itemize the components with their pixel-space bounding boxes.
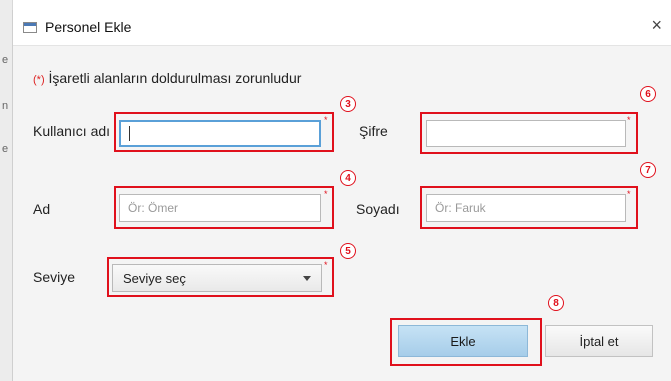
surname-input[interactable]: Ör: Faruk [426,194,626,222]
surname-placeholder: Ör: Faruk [435,201,486,215]
add-button[interactable]: Ekle [398,325,528,357]
annotation-number-5: 5 [340,243,356,259]
annotation-number-6: 6 [640,86,656,102]
required-mark: (*) [33,74,45,86]
required-star: * [324,189,328,199]
cancel-button[interactable]: İptal et [545,325,653,357]
required-note-text: İşaretli alanların doldurulması zorunlud… [48,70,302,86]
surname-label: Soyadı [356,201,400,217]
level-label: Seviye [33,269,76,285]
required-star: * [627,115,631,125]
text-caret [129,126,130,141]
name-placeholder: Ör: Ömer [128,201,178,215]
personel-ekle-dialog: Personel Ekle × (*) İşaretli alanların d… [12,10,671,381]
title-bar: Personel Ekle × [13,10,671,46]
annotation-number-4: 4 [340,170,356,186]
required-star: * [627,189,631,199]
background-text: e [2,54,9,66]
background-text: n [2,100,9,112]
annotation-number-8: 8 [548,295,564,311]
close-icon[interactable]: × [651,15,662,35]
required-star: * [324,260,328,270]
annotation-number-3: 3 [340,96,356,112]
required-star: * [324,115,328,125]
level-select-value: Seviye seç [123,270,186,286]
password-label: Şifre [359,123,388,139]
window-icon [23,22,37,33]
username-label: Kullanıcı adı [33,123,111,139]
name-label: Ad [33,201,51,217]
level-select[interactable]: Seviye seç [112,264,322,292]
chevron-down-icon [303,275,311,281]
password-input[interactable] [426,120,626,147]
username-input[interactable] [119,120,321,147]
required-fields-note: (*) İşaretli alanların doldurulması zoru… [33,70,301,86]
window-title: Personel Ekle [45,19,132,35]
annotation-number-7: 7 [640,162,656,178]
name-input[interactable]: Ör: Ömer [119,194,321,222]
background-text: e [2,143,9,155]
